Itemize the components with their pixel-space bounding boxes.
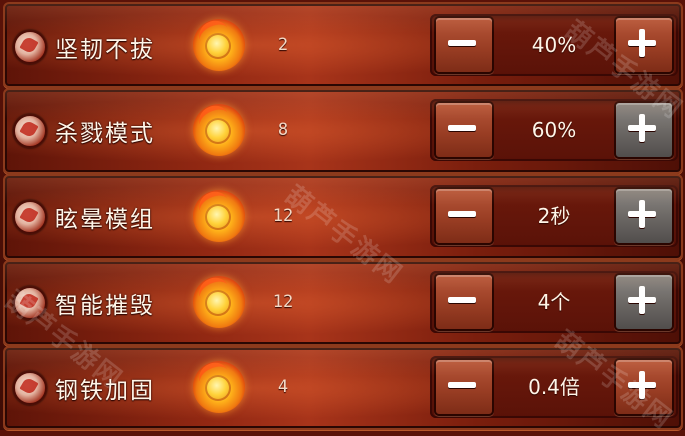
plus-icon-vertical <box>639 286 645 314</box>
decrease-button[interactable] <box>434 16 494 74</box>
decrease-button[interactable] <box>434 358 494 416</box>
skill-row-3: 眩晕模组 12 2秒 <box>3 174 683 260</box>
flame-coin-icon <box>193 276 245 328</box>
minus-icon <box>448 125 476 131</box>
decrease-button[interactable] <box>434 273 494 331</box>
skill-emblem-icon <box>13 200 47 234</box>
skill-value: 0.4倍 <box>528 375 580 399</box>
skill-emblem-icon <box>13 371 47 405</box>
skill-value: 2秒 <box>537 204 571 228</box>
flame-coin-icon <box>193 19 245 71</box>
skill-name: 钢铁加固 <box>55 378 155 404</box>
skill-row-1: 坚韧不拔 2 40% <box>3 2 683 88</box>
skill-cost: 8 <box>277 120 289 140</box>
increase-button[interactable] <box>614 273 674 331</box>
skill-cost: 2 <box>277 35 289 55</box>
skill-name: 智能摧毁 <box>55 293 155 319</box>
minus-icon <box>448 297 476 303</box>
skill-emblem-icon <box>13 30 47 64</box>
flame-coin-icon <box>193 104 245 156</box>
plus-icon-vertical <box>639 200 645 228</box>
minus-icon <box>448 40 476 46</box>
skill-name: 坚韧不拔 <box>55 37 155 63</box>
skill-emblem-icon <box>13 286 47 320</box>
level-control: 2秒 <box>430 185 678 247</box>
skill-cost: 12 <box>272 292 294 312</box>
skill-row-4: 智能摧毁 12 4个 <box>3 260 683 346</box>
increase-button[interactable] <box>614 101 674 159</box>
skill-row-5: 钢铁加固 4 0.4倍 <box>3 346 683 430</box>
decrease-button[interactable] <box>434 101 494 159</box>
flame-coin-icon <box>193 190 245 242</box>
skill-cost: 4 <box>277 377 289 397</box>
skill-value: 60% <box>531 118 577 142</box>
level-control: 0.4倍 <box>430 356 678 418</box>
plus-icon-vertical <box>639 114 645 142</box>
skill-name: 眩晕模组 <box>55 207 155 233</box>
increase-button[interactable] <box>614 358 674 416</box>
level-control: 40% <box>430 14 678 76</box>
plus-icon-vertical <box>639 29 645 57</box>
level-control: 4个 <box>430 271 678 333</box>
skill-cost: 12 <box>272 206 294 226</box>
level-control: 60% <box>430 99 678 161</box>
skill-name: 杀戮模式 <box>55 121 155 147</box>
increase-button[interactable] <box>614 16 674 74</box>
skill-value: 4个 <box>537 290 571 314</box>
plus-icon-vertical <box>639 371 645 399</box>
minus-icon <box>448 382 476 388</box>
skill-emblem-icon <box>13 114 47 148</box>
skill-value: 40% <box>531 33 577 57</box>
minus-icon <box>448 211 476 217</box>
flame-coin-icon <box>193 361 245 413</box>
increase-button[interactable] <box>614 187 674 245</box>
decrease-button[interactable] <box>434 187 494 245</box>
skill-row-2: 杀戮模式 8 60% <box>3 88 683 174</box>
